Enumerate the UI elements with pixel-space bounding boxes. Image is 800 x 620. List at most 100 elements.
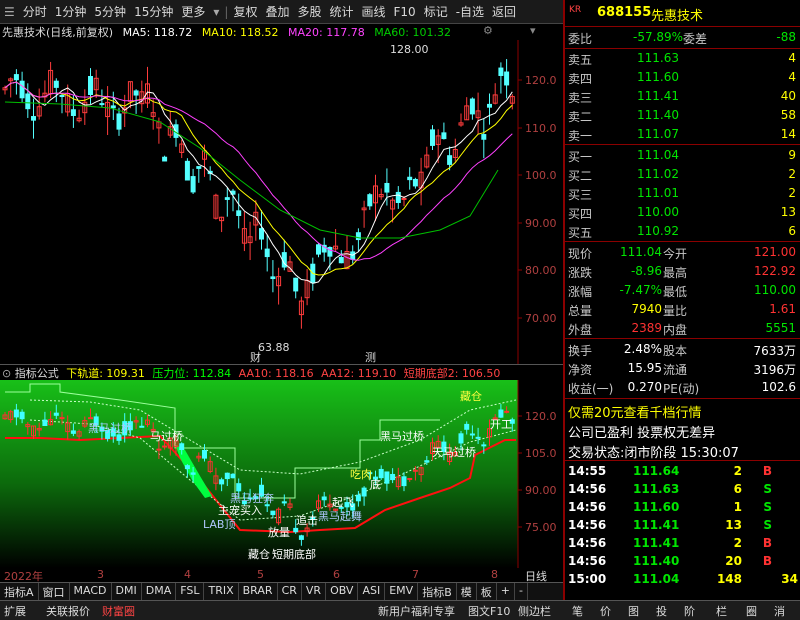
indicator-collapse-icon[interactable]: ⊙ [2,367,11,380]
signal-label[interactable]: 吃肉 [350,468,372,481]
signal-label[interactable]: 黑马起舞 [318,510,362,523]
f10-graphic-button[interactable]: 图文F10 [468,603,510,619]
close-chart-icon[interactable]: ▾ [530,24,536,37]
signal-label[interactable]: 马过桥 [150,430,183,443]
tab-brar[interactable]: BRAR [239,583,278,600]
tab-minute-time[interactable]: 分时 [19,3,51,20]
indicator-name[interactable]: 指标公式 [15,367,59,380]
tab-fsl[interactable]: FSL [176,583,205,600]
high-price-label: 128.00 [390,43,429,56]
candle-body [19,80,25,99]
signal-label[interactable]: 黑马过桥 [88,422,132,435]
stock-name[interactable]: 先惠技术 [651,5,703,24]
tab-window[interactable]: 窗口 [39,583,70,600]
ask-row[interactable]: 卖一 111.07 14 [565,126,800,144]
tab-5min[interactable]: 5分钟 [90,3,130,20]
bid-price: 110.00 [637,205,679,219]
signal-label[interactable]: 黑马过桥 [380,430,424,443]
remove-watchlist-button[interactable]: -自选 [452,3,488,20]
note-button[interactable]: 笔 [572,603,583,619]
signal-label[interactable]: 藏仓 [248,547,270,561]
tab-dmi[interactable]: DMI [112,583,142,600]
chart-title[interactable]: 先惠技术(日线,前复权) [2,26,113,39]
tab-obv[interactable]: OBV [326,583,359,600]
wealth-circle-button[interactable]: 财富圈 [102,603,135,619]
column-button[interactable]: 栏 [716,603,727,619]
tab-emv[interactable]: EMV [385,583,419,600]
ask-row[interactable]: 卖二 111.40 58 [565,107,800,125]
tab-macd[interactable]: MACD [70,583,112,600]
menu-icon[interactable]: ☰ [0,5,19,19]
tab-indicator-b[interactable]: 指标B [418,583,457,600]
add-window-button[interactable]: + [497,583,515,600]
chart-button[interactable]: 图 [628,603,639,619]
candle-body [469,98,475,115]
tab-15min[interactable]: 15分钟 [130,3,177,20]
signal-label[interactable]: LAB顶 [203,518,235,531]
sidebar-button[interactable]: 侧边栏 [518,603,551,619]
indicator-chart[interactable]: 120.0105.090.0075.00 藏仓马过桥黑马过桥黑马狂奔主宠买入LA… [0,380,563,568]
settings-icon[interactable]: ⚙ [483,24,493,37]
tab-asi[interactable]: ASI [358,583,386,600]
signal-label[interactable]: 开工 [490,418,512,431]
tab-1min[interactable]: 1分钟 [51,3,91,20]
signal-label[interactable]: 底 [370,477,381,491]
bid-row[interactable]: 买三 111.01 2 [565,185,800,203]
bid-row[interactable]: 买一 111.04 9 [565,147,800,165]
multi-stock-button[interactable]: 多股 [293,3,325,20]
dropdown-icon[interactable]: ▾ [209,5,223,19]
signal-label[interactable]: 主宠买入 [218,503,262,517]
price-button[interactable]: 价 [600,603,611,619]
stage-button[interactable]: 阶 [684,603,695,619]
stat-value: -7.47% [619,283,662,297]
tab-template[interactable]: 模 [457,583,477,600]
candlestick-chart[interactable]: 120.0 110.0 100.0 90.00 80.00 70.00 128.00 63… [0,40,563,364]
tab-board[interactable]: 板 [477,583,497,600]
stat-value: 121.00 [754,245,796,259]
promo-row[interactable]: 仅需20元查看千档行情 [565,401,800,421]
signal-label[interactable]: 藏仓 [460,389,482,403]
signal-label[interactable]: 放量 [268,525,290,539]
tick-price: 111.41 [633,518,680,532]
tab-indicator-a[interactable]: 指标A [0,583,39,600]
test-annotation[interactable]: 测 [365,351,376,364]
restore-rights-button[interactable]: 复权 [229,3,261,20]
ma10-value: MA10: 118.52 [201,26,279,39]
signal-label[interactable]: 短期底部 [272,547,316,561]
tick-volume: 2 [733,464,742,478]
message-button[interactable]: 消 [774,603,785,619]
tab-trix[interactable]: TRIX [204,583,239,600]
overlay-button[interactable]: 叠加 [261,3,293,20]
signal-label[interactable]: 起飞 [332,496,354,509]
bid-row[interactable]: 买五 110.92 6 [565,223,800,241]
signal-label[interactable]: 天马过桥 [432,446,476,459]
bid-row[interactable]: 买四 110.00 13 [565,204,800,222]
tab-vr[interactable]: VR [302,583,327,600]
draw-line-button[interactable]: 画线 [358,3,390,20]
tab-cr[interactable]: CR [278,583,302,600]
indicator-candle-body [219,479,225,485]
statistics-button[interactable]: 统计 [325,3,357,20]
related-quotes-button[interactable]: 关联报价 [46,603,90,619]
expand-button[interactable]: 扩展 [4,603,26,619]
stock-code[interactable]: 688155 [597,5,651,20]
mark-button[interactable]: 标记 [420,3,452,20]
f10-button[interactable]: F10 [390,5,420,19]
ask-row[interactable]: 卖五 111.63 4 [565,50,800,68]
finance-annotation[interactable]: 财 [250,350,261,364]
invest-button[interactable]: 投 [656,603,667,619]
back-button[interactable]: 返回 [488,3,520,20]
new-user-benefit-link[interactable]: 新用户福利专享 [378,603,455,619]
tab-more[interactable]: 更多 [177,3,209,20]
remove-window-button[interactable]: - [515,583,528,600]
signal-label[interactable]: 追击 [296,513,318,527]
ask-row[interactable]: 卖三 111.41 40 [565,88,800,106]
bid-row[interactable]: 买二 111.02 2 [565,166,800,184]
tab-dma[interactable]: DMA [142,583,177,600]
promo-link[interactable]: 仅需20元查看千档行情 [568,402,702,421]
indicator-candle-body [481,444,487,447]
stat-value: 111.04 [620,245,662,259]
candle-body [236,210,242,216]
ask-row[interactable]: 卖四 111.60 4 [565,69,800,87]
circle-button[interactable]: 圈 [746,603,757,619]
